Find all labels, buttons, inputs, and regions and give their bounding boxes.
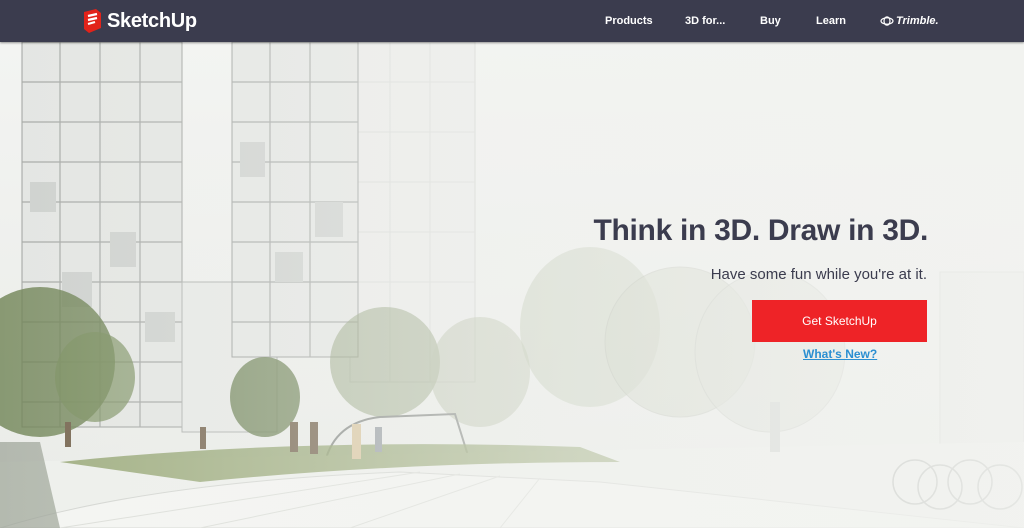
sketchup-logo[interactable]: SketchUp [80,7,197,35]
top-navigation-bar: SketchUp Products 3D for... Buy Learn Tr… [0,0,1024,42]
trimble-label: Trimble. [896,15,939,27]
hero-subline: Have some fun while you're at it. [710,266,927,283]
trimble-logo-icon [880,16,894,26]
brand-name: SketchUp [107,9,197,32]
hero-illustration [0,42,1024,528]
trimble-link[interactable]: Trimble. [880,0,939,42]
nav-products[interactable]: Products [605,0,653,42]
nav-buy[interactable]: Buy [760,0,781,42]
whats-new-link[interactable]: What's New? [803,347,877,361]
get-sketchup-button[interactable]: Get SketchUp [752,300,927,342]
nav-3d-for[interactable]: 3D for... [685,0,725,42]
hero-headline: Think in 3D. Draw in 3D. [593,214,928,247]
hero-section: Think in 3D. Draw in 3D. Have some fun w… [0,42,1024,528]
sketchup-logo-icon [84,9,101,33]
nav-learn[interactable]: Learn [816,0,846,42]
